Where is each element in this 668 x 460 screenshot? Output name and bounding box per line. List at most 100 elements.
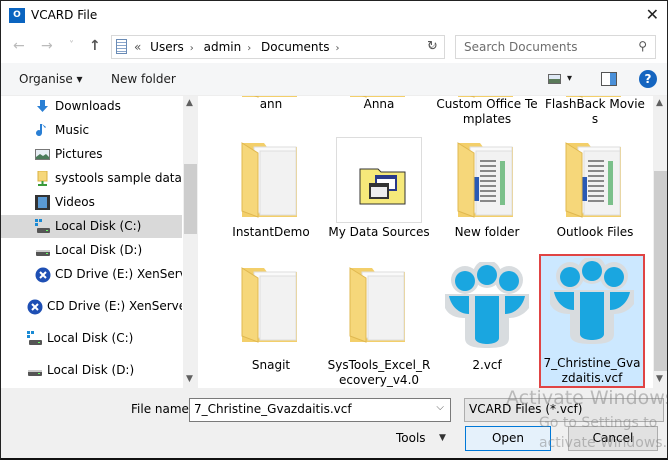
file-name-label: SysTools_Excel_Recovery_v4.0 <box>327 358 431 387</box>
vcf-file-item[interactable]: 2.vcf <box>434 254 540 388</box>
xenserver-cd-icon <box>27 299 43 315</box>
sidebar-item-label: Downloads <box>55 99 121 113</box>
sidebar-item[interactable]: CD Drive (E:) XenServer To <box>1 295 182 318</box>
dialog-footer: File name: 7_Christine_Gvazdaitis.vcf ⌵ … <box>1 388 667 458</box>
sidebar-item-label: systools sample data (se <box>55 171 182 185</box>
file-name-label: FlashBack Movies <box>545 97 645 126</box>
vcf-contact-icon <box>445 260 529 348</box>
toolbar: Organise ▾ New folder ▾ ? <box>1 63 667 96</box>
file-name-label: InstantDemo <box>232 225 310 239</box>
back-button[interactable]: ← <box>13 38 25 54</box>
view-options-arrow[interactable]: ▾ <box>567 73 572 84</box>
sidebar-item-label: Local Disk (D:) <box>47 363 135 377</box>
cancel-button[interactable]: Cancel <box>568 426 658 451</box>
tools-dropdown-arrow[interactable]: ▼ <box>439 433 446 443</box>
change-view-icon[interactable] <box>548 74 561 84</box>
sidebar-item-label: CD Drive (E:) XenServer To <box>47 299 182 313</box>
file-name-input[interactable]: 7_Christine_Gvazdaitis.vcf ⌵ <box>189 398 451 422</box>
file-name-label: 2.vcf <box>472 358 502 372</box>
file-name-label: File name: <box>131 402 193 416</box>
breadcrumb-overflow[interactable]: « <box>134 40 141 54</box>
file-name-label: My Data Sources <box>328 225 430 239</box>
folder-icon <box>240 262 302 344</box>
breadcrumb-documents[interactable]: Documents <box>261 40 329 54</box>
vcf-file-item[interactable]: 7_Christine_Gvazdaitis.vcf <box>539 254 645 388</box>
help-icon[interactable]: ? <box>639 70 657 88</box>
videos-icon <box>35 195 50 210</box>
title-bar: O VCARD File ✕ <box>1 1 667 31</box>
sidebar-item-label: Music <box>55 123 90 137</box>
music-icon <box>35 123 50 138</box>
folder-item[interactable]: Custom Office Templates <box>434 96 540 129</box>
tools-menu[interactable]: Tools <box>396 431 426 445</box>
search-icon: ⚲ <box>638 39 647 53</box>
folder-item[interactable]: FlashBack Movies <box>542 96 648 129</box>
file-list-scrollbar[interactable]: ▲ ▼ <box>653 96 667 388</box>
data-sources-icon <box>335 137 423 223</box>
folder-item[interactable]: Anna <box>326 96 432 129</box>
file-name-label: Custom Office Templates <box>436 97 538 126</box>
pictures-icon <box>35 147 50 162</box>
scroll-down-arrow[interactable]: ▼ <box>656 374 663 384</box>
file-list: ann Anna Custom Office Templates FlashBack … <box>198 96 653 388</box>
sidebar-scroll-thumb[interactable] <box>184 164 197 234</box>
search-placeholder: Search Documents <box>464 40 578 54</box>
sidebar-item[interactable]: Local Disk (D:) <box>1 359 182 382</box>
sidebar-item[interactable]: Music <box>1 119 182 142</box>
system-drive-icon <box>27 331 42 346</box>
breadcrumb-users[interactable]: Users <box>150 40 184 54</box>
organise-menu[interactable]: Organise ▾ <box>19 72 83 86</box>
sidebar-item[interactable]: Pictures <box>1 143 182 166</box>
file-name-label: Outlook Files <box>556 225 634 239</box>
file-list-scroll-thumb[interactable] <box>654 171 667 371</box>
sidebar-item[interactable]: Downloads <box>1 96 182 118</box>
address-bar[interactable]: « Users › admin › Documents › ⌵ <box>111 35 445 59</box>
drive-icon <box>27 363 42 378</box>
search-input[interactable]: Search Documents ⚲ <box>455 35 656 59</box>
sidebar-scrollbar[interactable]: ▲ ▼ <box>183 96 198 388</box>
file-name-value: 7_Christine_Gvazdaitis.vcf <box>194 402 352 416</box>
sidebar-item[interactable]: Local Disk (C:) <box>1 215 182 238</box>
refresh-button[interactable]: ↻ <box>427 39 438 54</box>
sidebar-item-label: CD Drive (E:) XenServer T <box>55 267 182 281</box>
navigation-pane: ▲ ▼ Downloads Music Pictures systools sampl… <box>1 96 198 388</box>
scroll-up-arrow[interactable]: ▲ <box>186 98 193 108</box>
drive-icon <box>35 243 50 258</box>
folder-icon <box>456 137 518 219</box>
folder-item[interactable]: New folder <box>434 129 540 249</box>
open-button[interactable]: Open <box>465 426 551 451</box>
chevron-right-icon: › <box>247 43 252 54</box>
data-sources-item[interactable]: My Data Sources <box>326 129 432 249</box>
recent-locations-button[interactable]: ˅ <box>69 40 74 51</box>
sidebar-item[interactable]: CD Drive (E:) XenServer T <box>1 263 182 286</box>
new-folder-button[interactable]: New folder <box>111 72 176 86</box>
sidebar-item[interactable]: Videos <box>1 191 182 214</box>
file-name-label: 7_Christine_Gvazdaitis.vcf <box>543 356 641 385</box>
folder-item[interactable]: Outlook Files <box>542 129 648 249</box>
up-button[interactable]: ↑ <box>89 38 101 54</box>
file-type-value: VCARD Files (*.vcf) <box>469 402 583 416</box>
forward-button[interactable]: → <box>41 38 53 54</box>
scroll-up-arrow[interactable]: ▲ <box>656 98 663 108</box>
outlook-icon: O <box>9 8 25 23</box>
breadcrumb-admin[interactable]: admin <box>204 40 242 54</box>
system-drive-icon <box>35 219 50 234</box>
folder-item[interactable]: Snagit <box>218 254 324 388</box>
sidebar-item[interactable]: Local Disk (C:) <box>1 327 182 350</box>
folder-item[interactable]: InstantDemo <box>218 129 324 249</box>
file-name-label: Snagit <box>251 358 291 372</box>
sidebar-item-label: Pictures <box>55 147 103 161</box>
folder-item[interactable]: SysTools_Excel_Recovery_v4.0 <box>326 254 432 388</box>
sidebar-item[interactable]: Local Disk (D:) <box>1 239 182 262</box>
scroll-down-arrow[interactable]: ▼ <box>186 374 193 384</box>
file-name-label: New folder <box>454 225 520 239</box>
sidebar-item[interactable]: systools sample data (se <box>1 167 182 190</box>
close-button[interactable]: ✕ <box>646 5 659 24</box>
sidebar-item-label: Local Disk (C:) <box>47 331 134 345</box>
folder-item[interactable]: ann <box>218 96 324 129</box>
file-type-select[interactable]: VCARD Files (*.vcf) <box>464 398 664 422</box>
preview-pane-icon[interactable] <box>601 72 617 86</box>
documents-icon <box>116 39 127 54</box>
folder-icon <box>240 137 302 219</box>
chevron-down-icon[interactable]: ⌵ <box>436 402 444 413</box>
